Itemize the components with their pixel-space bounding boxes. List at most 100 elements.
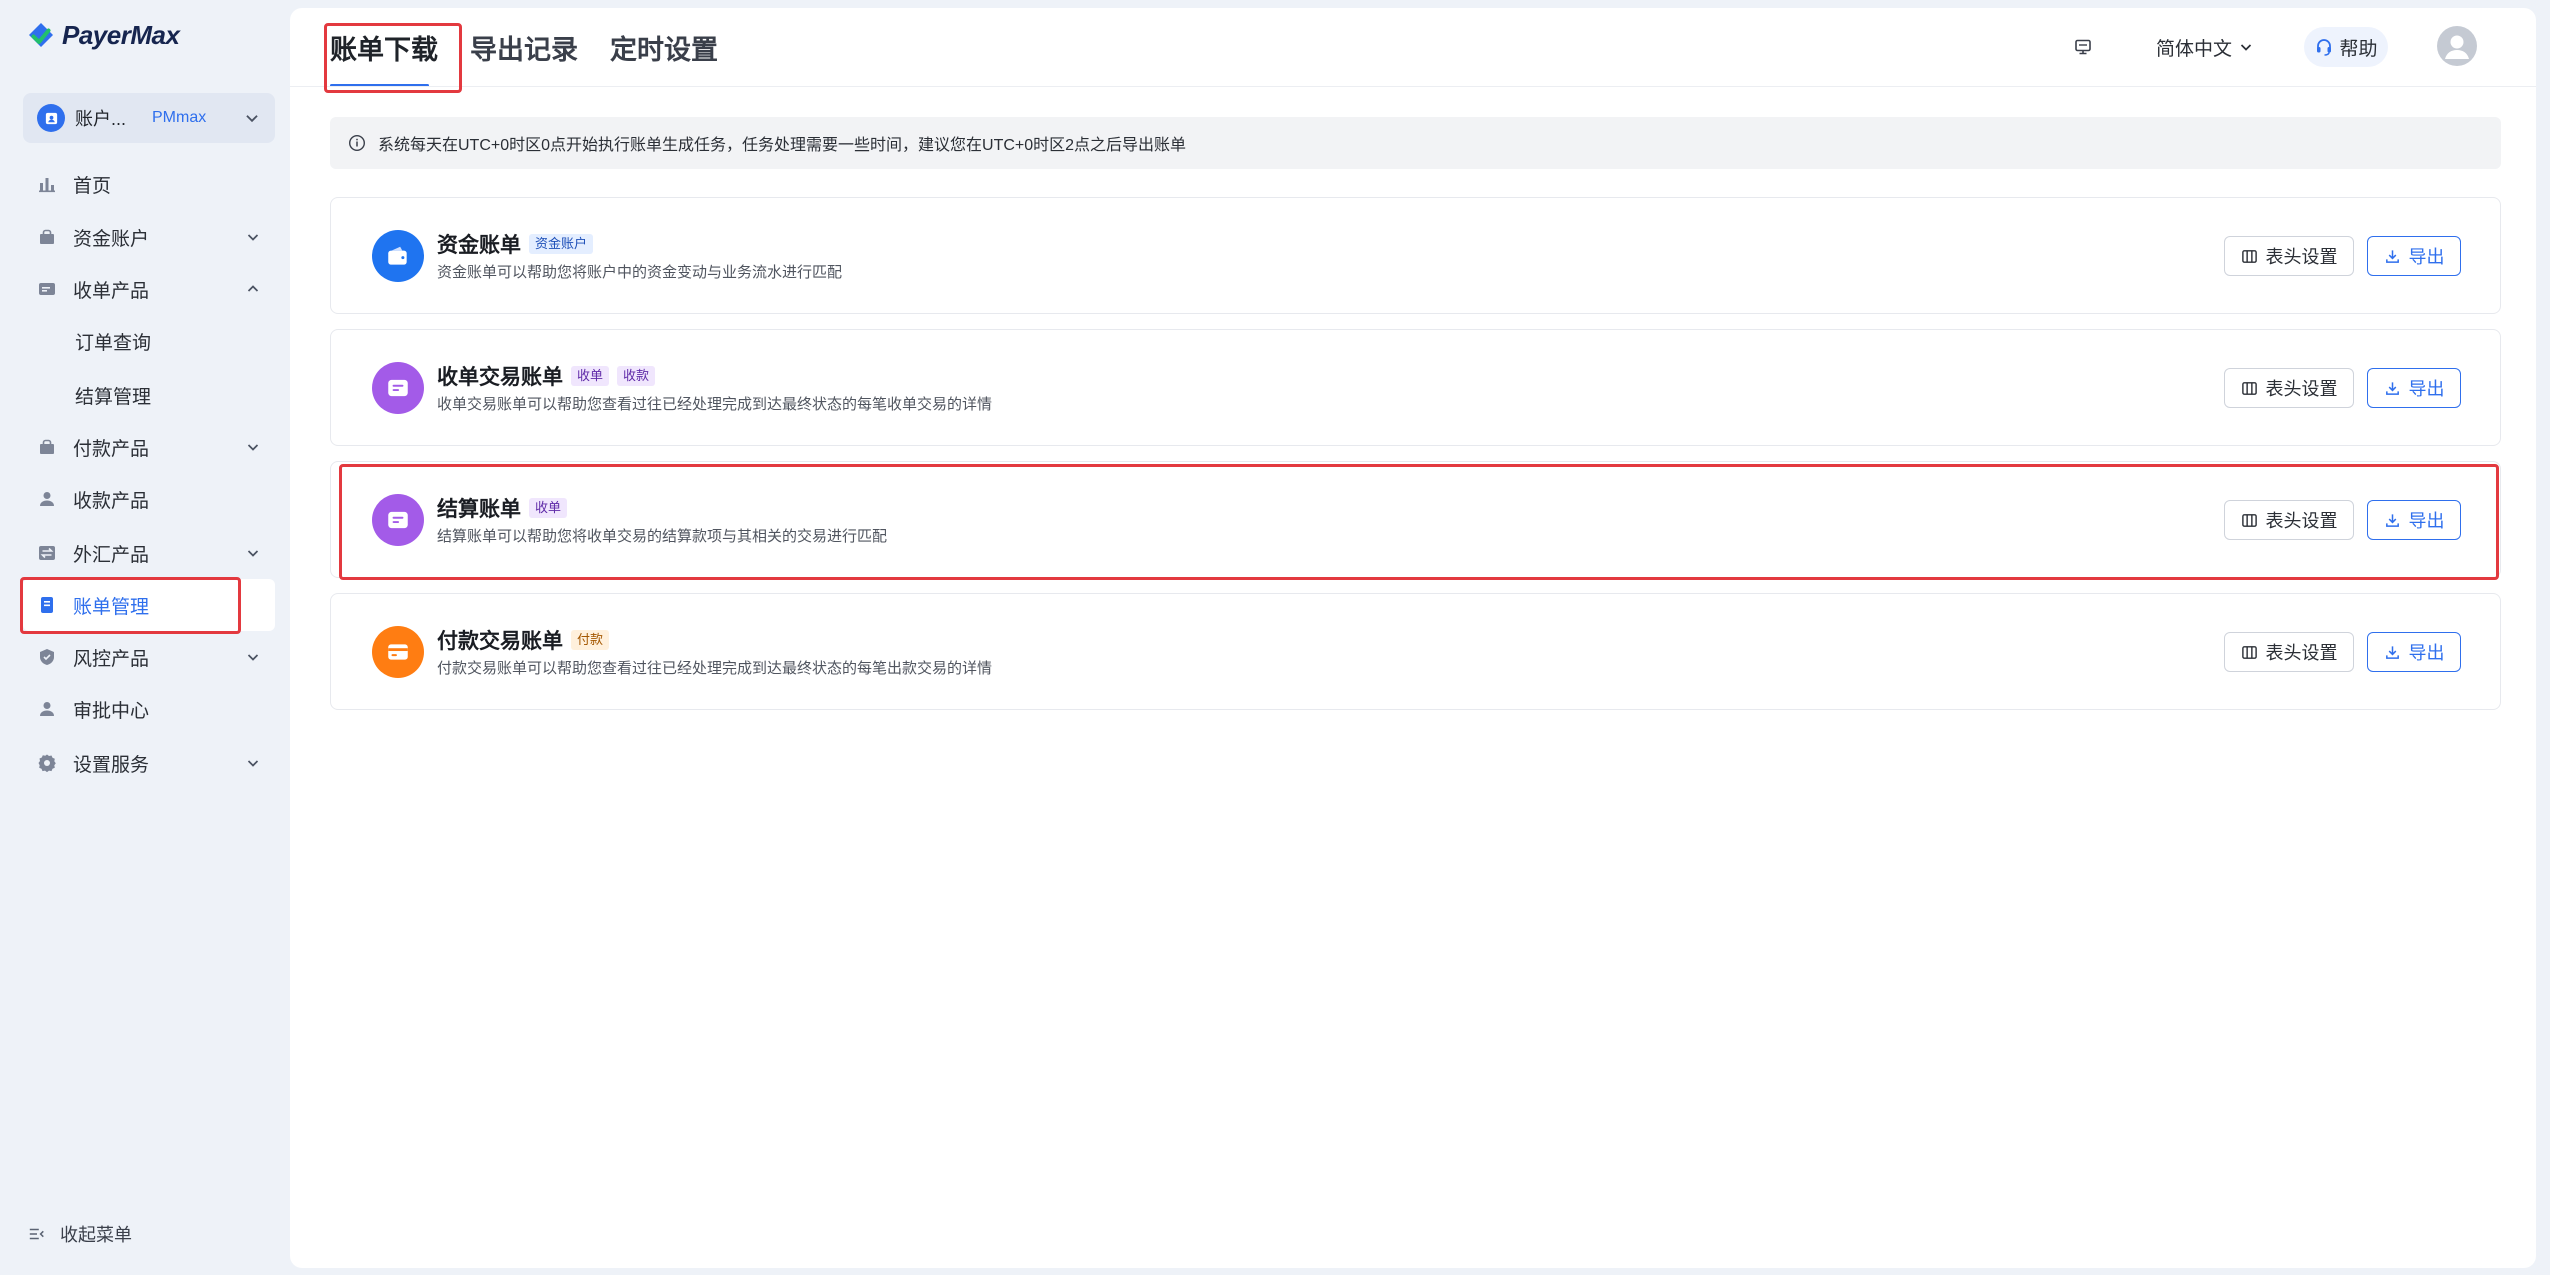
sidebar-item-label: 设置服务 bbox=[73, 754, 150, 776]
bill-card-acquiring-transactions: 收单交易账单 收单 收款 收单交易账单可以帮助您查看过往已经处理完成到达最终状态… bbox=[330, 329, 2501, 446]
sidebar-item-risk[interactable]: 风控产品 bbox=[23, 631, 275, 683]
tab-export-records[interactable]: 导出记录 bbox=[470, 34, 578, 66]
sidebar-item-home[interactable]: 首页 bbox=[23, 158, 275, 210]
column-settings-label: 表头设置 bbox=[2265, 379, 2338, 399]
bill-title-row: 资金账单 资金账户 bbox=[437, 229, 594, 259]
sidebar-item-payout[interactable]: 付款产品 bbox=[23, 421, 275, 473]
document-icon bbox=[37, 595, 57, 615]
bill-description: 结算账单可以帮助您将收单交易的结算款项与其相关的交易进行匹配 bbox=[437, 528, 888, 545]
bill-tag: 收单 bbox=[571, 366, 610, 386]
sidebar-item-label: 首页 bbox=[73, 175, 112, 197]
chevron-down-icon bbox=[2238, 39, 2254, 55]
export-button[interactable]: 导出 bbox=[2367, 632, 2461, 672]
wallet-icon bbox=[37, 437, 57, 457]
sidebar-item-label: 收款产品 bbox=[73, 490, 150, 512]
account-icon bbox=[37, 104, 65, 132]
account-name: 账户... bbox=[75, 109, 127, 129]
bill-title-row: 结算账单 收单 bbox=[437, 493, 568, 523]
bill-tag: 收单 bbox=[529, 498, 568, 518]
chevron-up-icon bbox=[245, 281, 261, 297]
bill-card-fund: 资金账单 资金账户 资金账单可以帮助您将账户中的资金变动与业务流水进行匹配 表头… bbox=[330, 197, 2501, 314]
gear-icon bbox=[37, 753, 57, 773]
sidebar-item-label: 资金账户 bbox=[73, 228, 150, 250]
bill-title: 资金账单 bbox=[437, 234, 521, 257]
bill-title: 结算账单 bbox=[437, 498, 521, 521]
export-label: 导出 bbox=[2408, 511, 2445, 531]
export-button[interactable]: 导出 bbox=[2367, 500, 2461, 540]
chevron-down-icon bbox=[245, 439, 261, 455]
table-columns-icon bbox=[2241, 248, 2258, 265]
column-settings-label: 表头设置 bbox=[2265, 643, 2338, 663]
document-icon bbox=[372, 362, 424, 414]
column-settings-button[interactable]: 表头设置 bbox=[2224, 368, 2354, 408]
card-icon bbox=[37, 279, 57, 299]
sidebar-item-label: 付款产品 bbox=[73, 438, 150, 460]
bill-tag: 资金账户 bbox=[529, 234, 594, 254]
column-settings-button[interactable]: 表头设置 bbox=[2224, 632, 2354, 672]
column-settings-label: 表头设置 bbox=[2265, 511, 2338, 531]
tab-scheduled-settings[interactable]: 定时设置 bbox=[610, 34, 718, 66]
notice-banner: 系统每天在UTC+0时区0点开始执行账单生成任务，任务处理需要一些时间，建议您在… bbox=[330, 117, 2501, 169]
language-label: 简体中文 bbox=[2156, 38, 2233, 60]
column-settings-button[interactable]: 表头设置 bbox=[2224, 236, 2354, 276]
shield-icon bbox=[37, 647, 57, 667]
sidebar-item-fund-account[interactable]: 资金账户 bbox=[23, 211, 275, 263]
bill-title-row: 付款交易账单 付款 bbox=[437, 625, 610, 655]
help-button[interactable]: 帮助 bbox=[2304, 27, 2388, 67]
sidebar-item-label: 收单产品 bbox=[73, 280, 150, 302]
bill-tag: 收款 bbox=[617, 366, 656, 386]
table-columns-icon bbox=[2241, 644, 2258, 661]
bill-title: 收单交易账单 bbox=[437, 366, 563, 389]
sidebar-item-approval[interactable]: 审批中心 bbox=[23, 683, 275, 735]
export-label: 导出 bbox=[2408, 379, 2445, 399]
sidebar-item-settings[interactable]: 设置服务 bbox=[23, 737, 275, 789]
sidebar-item-label: 账单管理 bbox=[73, 596, 150, 618]
bill-description: 收单交易账单可以帮助您查看过往已经处理完成到达最终状态的每笔收单交易的详情 bbox=[437, 396, 993, 413]
chevron-down-icon bbox=[243, 109, 261, 127]
user-icon bbox=[37, 699, 57, 719]
avatar[interactable] bbox=[2437, 26, 2477, 66]
payermax-logo[interactable]: PayerMax bbox=[26, 20, 180, 51]
download-icon bbox=[2384, 248, 2401, 265]
download-icon bbox=[2384, 644, 2401, 661]
account-tag: PMmax bbox=[152, 109, 207, 126]
credit-card-icon bbox=[372, 626, 424, 678]
monitor-icon[interactable] bbox=[2073, 37, 2093, 57]
tab-bill-download[interactable]: 账单下载 bbox=[330, 34, 438, 66]
export-label: 导出 bbox=[2408, 247, 2445, 267]
sidebar-item-acquiring[interactable]: 收单产品 bbox=[23, 263, 275, 315]
chevron-down-icon bbox=[245, 545, 261, 561]
sidebar-item-bill-management[interactable]: 账单管理 bbox=[23, 579, 275, 631]
sidebar: PayerMax 账户... PMmax 首页 资金账户 收单产品 订单查询 结… bbox=[0, 0, 290, 1275]
logo-mark-icon bbox=[26, 21, 56, 51]
sidebar-item-order-query[interactable]: 订单查询 bbox=[23, 315, 275, 367]
sidebar-item-fx[interactable]: 外汇产品 bbox=[23, 527, 275, 579]
sidebar-item-collection[interactable]: 收款产品 bbox=[23, 473, 275, 525]
download-icon bbox=[2384, 380, 2401, 397]
language-selector[interactable]: 简体中文 bbox=[2156, 33, 2254, 61]
logo-text: PayerMax bbox=[62, 20, 180, 50]
export-button[interactable]: 导出 bbox=[2367, 368, 2461, 408]
sidebar-item-label: 订单查询 bbox=[75, 332, 152, 354]
collapse-menu-button[interactable]: 收起菜单 bbox=[28, 1220, 132, 1248]
collapse-menu-label: 收起菜单 bbox=[60, 1225, 132, 1245]
wallet-icon bbox=[372, 230, 424, 282]
sidebar-item-label: 风控产品 bbox=[73, 648, 150, 670]
bill-title-row: 收单交易账单 收单 收款 bbox=[437, 361, 656, 391]
bill-tag: 付款 bbox=[571, 630, 610, 650]
document-icon bbox=[372, 494, 424, 546]
headset-icon bbox=[2314, 37, 2334, 57]
bill-card-settlement: 结算账单 收单 结算账单可以帮助您将收单交易的结算款项与其相关的交易进行匹配 表… bbox=[330, 461, 2501, 578]
sidebar-item-label: 结算管理 bbox=[75, 386, 152, 408]
bill-description: 资金账单可以帮助您将账户中的资金变动与业务流水进行匹配 bbox=[437, 264, 843, 281]
bill-title: 付款交易账单 bbox=[437, 630, 563, 653]
notice-text: 系统每天在UTC+0时区0点开始执行账单生成任务，任务处理需要一些时间，建议您在… bbox=[378, 137, 1187, 154]
export-button[interactable]: 导出 bbox=[2367, 236, 2461, 276]
account-selector[interactable]: 账户... PMmax bbox=[23, 93, 275, 143]
header-divider bbox=[290, 86, 2536, 87]
bill-description: 付款交易账单可以帮助您查看过往已经处理完成到达最终状态的每笔出款交易的详情 bbox=[437, 660, 993, 677]
table-columns-icon bbox=[2241, 512, 2258, 529]
column-settings-button[interactable]: 表头设置 bbox=[2224, 500, 2354, 540]
chevron-down-icon bbox=[245, 229, 261, 245]
sidebar-item-settlement[interactable]: 结算管理 bbox=[23, 369, 275, 421]
